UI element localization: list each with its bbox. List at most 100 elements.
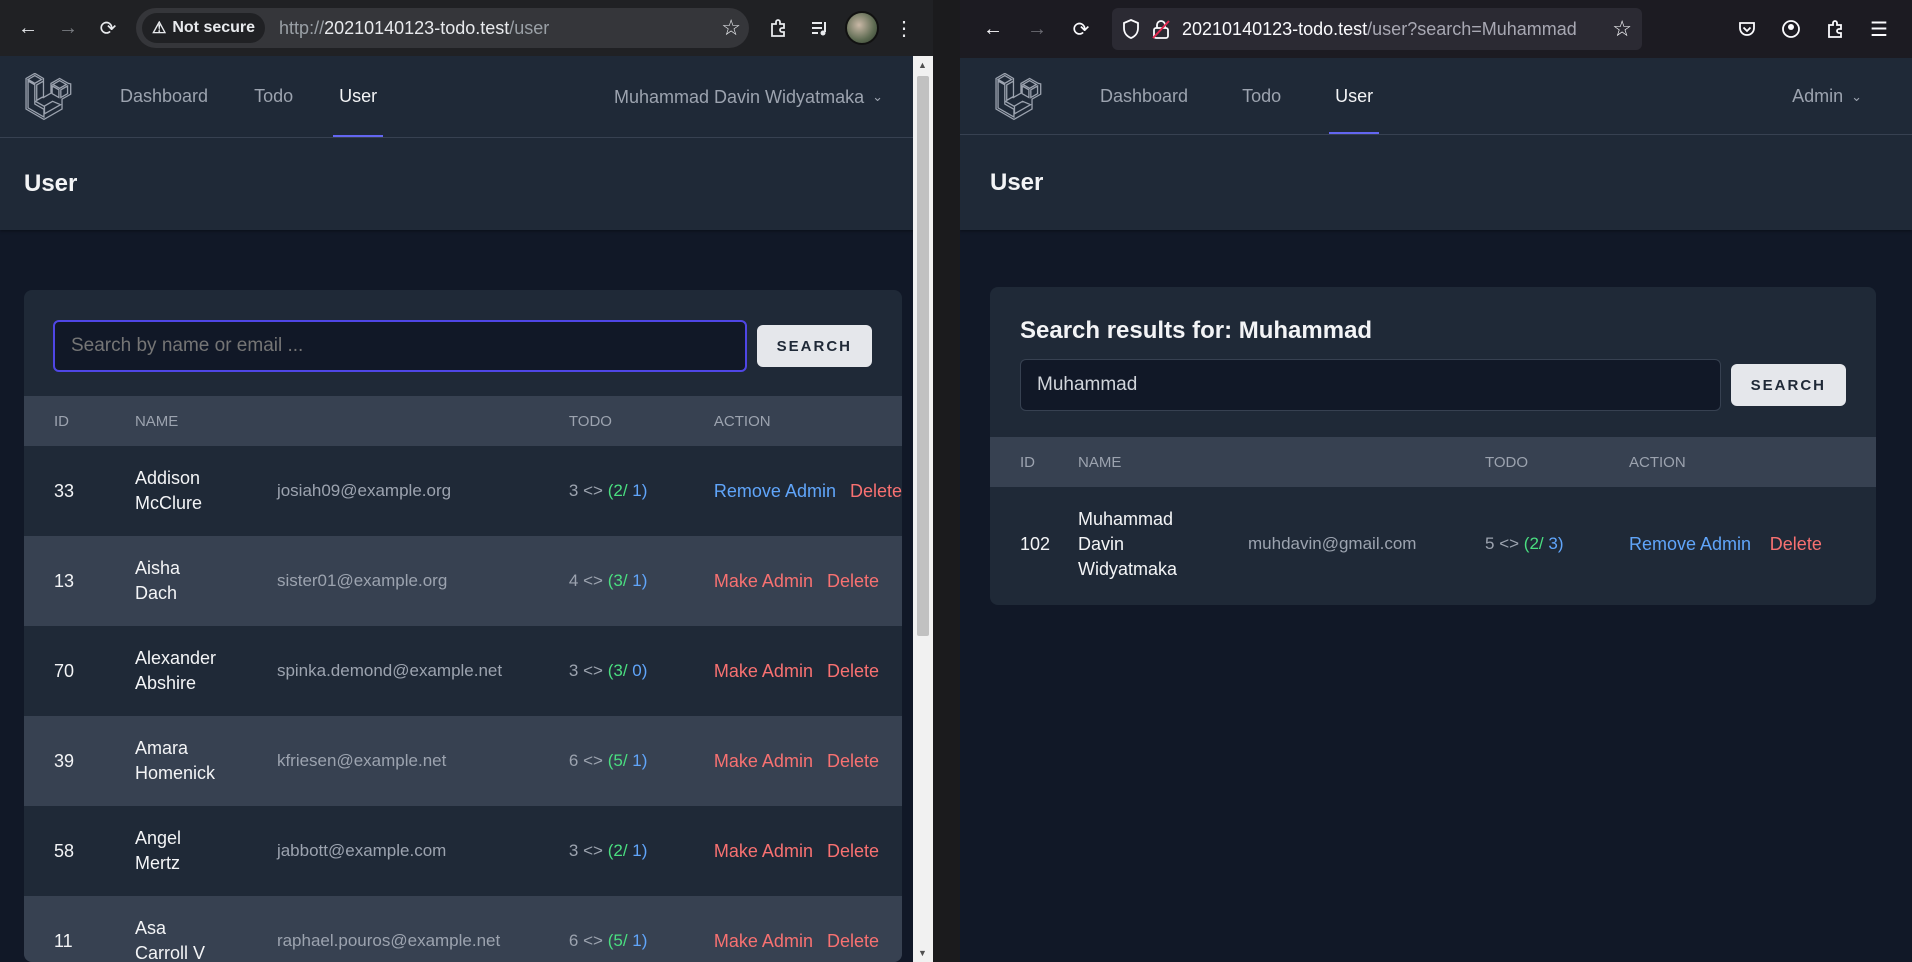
table-row: 39 Amara Homenick kfriesen@example.net 6 <> …	[24, 716, 902, 806]
pocket-icon[interactable]	[1726, 8, 1768, 50]
table-row: 70 Alexander Abshire spinka.demond@example.…	[24, 626, 902, 716]
search-input[interactable]	[1020, 359, 1721, 411]
todo-total: 3	[568, 481, 579, 500]
bookmark-star-icon[interactable]: ☆	[721, 15, 741, 41]
name-line-2: Davin	[1078, 533, 1125, 554]
bookmark-star-icon[interactable]: ☆	[1612, 16, 1632, 42]
name-line-1: Muhammad	[1078, 508, 1174, 529]
row-todo: 4 <> (3/ 1)	[568, 571, 648, 590]
url-scheme: http://	[279, 17, 325, 38]
col-todo: TODO	[568, 412, 612, 430]
name-first: Angel	[134, 828, 182, 848]
profile-avatar[interactable]	[843, 9, 881, 47]
search-input[interactable]	[53, 320, 747, 372]
address-bar[interactable]: 20210140123-todo.test/user?search=Muhamm…	[1112, 8, 1642, 50]
nav-dashboard[interactable]: Dashboard	[1098, 58, 1190, 134]
remove-admin-button[interactable]: Remove Admin	[714, 481, 836, 501]
delete-button[interactable]: Delete	[827, 571, 879, 591]
delete-button[interactable]: Delete	[827, 931, 879, 951]
scroll-up-icon[interactable]: ▲	[918, 60, 927, 70]
extensions-icon[interactable]	[1814, 8, 1856, 50]
window-divider	[933, 0, 960, 962]
lock-warning-icon[interactable]	[1152, 19, 1170, 39]
todo-open: 3	[1548, 534, 1558, 553]
search-results-card: Search results for: Muhammad SEARCH ID N…	[990, 287, 1876, 605]
table-row: 33 Addison McClure josiah09@example.org 3 <>…	[24, 446, 902, 536]
todo-open: 1	[632, 931, 642, 950]
nav-dashboard[interactable]: Dashboard	[118, 56, 210, 137]
firefox-toolbar: ← → ⟳ 20210140123-todo.test/user?search=…	[960, 0, 1912, 58]
scroll-down-icon[interactable]: ▼	[918, 948, 927, 958]
make-admin-button[interactable]: Make Admin	[714, 931, 813, 951]
delete-button[interactable]: Delete	[850, 481, 902, 501]
row-actions: Make Admin Delete	[714, 626, 902, 716]
warning-icon: ⚠	[152, 20, 167, 37]
make-admin-button[interactable]: Make Admin	[714, 841, 813, 861]
user-dropdown[interactable]: Muhammad Davin Widyatmaka ⌄	[614, 56, 883, 138]
make-admin-button[interactable]: Make Admin	[714, 751, 813, 771]
media-control-icon[interactable]	[801, 9, 839, 47]
todo-open: 1	[632, 841, 642, 860]
forward-icon[interactable]: →	[50, 10, 86, 46]
name-last: Abshire	[134, 673, 196, 693]
row-id: 102	[1020, 533, 1051, 554]
col-name: NAME	[134, 412, 179, 430]
results-table: ID NAME TODO ACTION 102 Muhammad Davin W…	[990, 437, 1876, 601]
row-email: josiah09@example.org	[276, 481, 452, 500]
reload-icon[interactable]: ⟳	[90, 10, 126, 46]
scrollbar-thumb[interactable]	[917, 76, 929, 636]
row-id: 13	[54, 570, 75, 591]
vertical-scrollbar[interactable]: ▲ ▼	[913, 56, 933, 962]
nav-todo[interactable]: Todo	[1240, 58, 1283, 134]
left-page: Dashboard Todo User Muhammad Davin Widya…	[0, 56, 933, 962]
nav-user[interactable]: User	[333, 56, 384, 137]
row-actions: Make Admin Delete	[714, 896, 902, 962]
back-icon[interactable]: ←	[10, 10, 46, 46]
back-icon[interactable]: ←	[972, 8, 1014, 50]
remove-admin-button[interactable]: Remove Admin	[1629, 534, 1751, 554]
security-chip[interactable]: ⚠ Not secure	[142, 13, 266, 43]
top-navigation: Dashboard Todo User Muhammad Davin Widya…	[0, 56, 933, 138]
nav-user[interactable]: User	[1329, 58, 1380, 134]
todo-total: 3	[568, 841, 579, 860]
name-last: Homenick	[134, 763, 215, 783]
table-row: 11 Asa Carroll V raphael.pouros@example.net…	[24, 896, 902, 962]
delete-button[interactable]: Delete	[827, 841, 879, 861]
laravel-logo-icon[interactable]	[24, 73, 72, 121]
todo-open: 1	[632, 571, 642, 590]
search-button[interactable]: SEARCH	[756, 325, 872, 367]
row-email: jabbott@example.com	[276, 841, 447, 860]
row-actions: Make Admin Delete	[714, 716, 902, 806]
reload-icon[interactable]: ⟳	[1060, 8, 1102, 50]
todo-done: 3	[613, 661, 623, 680]
top-navigation: Dashboard Todo User Admin ⌄	[960, 58, 1912, 135]
address-bar[interactable]: ⚠ Not secure http://20210140123-todo.tes…	[136, 8, 749, 48]
todo-done: 2	[1529, 534, 1539, 553]
make-admin-button[interactable]: Make Admin	[714, 661, 813, 681]
user-name: Admin	[1792, 86, 1844, 106]
row-email: spinka.demond@example.net	[276, 661, 503, 680]
delete-button[interactable]: Delete	[827, 751, 879, 771]
search-button[interactable]: SEARCH	[1730, 364, 1846, 406]
make-admin-button[interactable]: Make Admin	[714, 571, 813, 591]
delete-button[interactable]: Delete	[1770, 534, 1822, 554]
search-form: Search results for: Muhammad SEARCH	[990, 287, 1876, 437]
page-header: User	[0, 138, 933, 230]
account-icon[interactable]	[1770, 8, 1812, 50]
delete-button[interactable]: Delete	[827, 661, 879, 681]
shield-icon[interactable]	[1122, 19, 1140, 39]
chrome-menu-icon[interactable]: ⋮	[885, 9, 923, 47]
url-host: 20210140123-todo.test	[324, 17, 510, 38]
hamburger-menu-icon[interactable]: ☰	[1858, 8, 1900, 50]
forward-icon[interactable]: →	[1016, 8, 1058, 50]
col-email	[1248, 437, 1485, 487]
user-dropdown[interactable]: Admin ⌄	[1792, 58, 1862, 135]
row-id: 70	[54, 660, 75, 681]
page-header: User	[960, 135, 1912, 230]
name-last: Dach	[134, 583, 177, 603]
chrome-toolbar: ← → ⟳ ⚠ Not secure http://20210140123-to…	[0, 0, 933, 56]
extensions-icon[interactable]	[759, 9, 797, 47]
nav-todo[interactable]: Todo	[252, 56, 295, 137]
row-email: raphael.pouros@example.net	[276, 931, 501, 950]
laravel-logo-icon[interactable]	[994, 73, 1042, 121]
